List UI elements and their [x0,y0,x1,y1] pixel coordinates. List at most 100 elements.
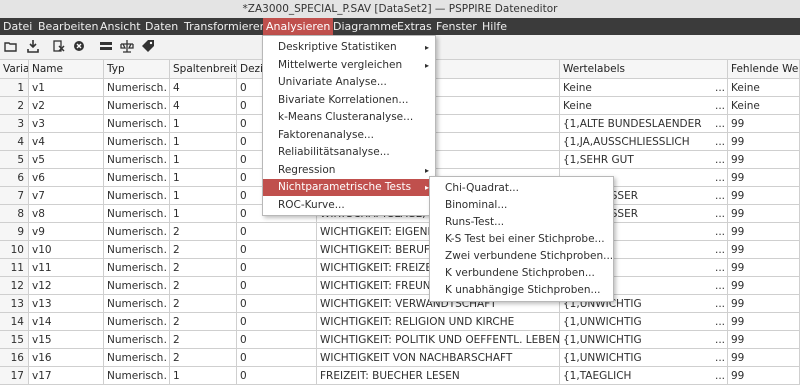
row-number[interactable]: 2 [0,97,29,115]
ellipsis-button[interactable]: ... [715,313,725,330]
cell-spaltenbreite[interactable]: 2 [170,277,237,295]
cell-spaltenbreite[interactable]: 1 [170,205,237,223]
analysieren-menu-item[interactable]: ROC-Kurve... [263,197,435,214]
ellipsis-button[interactable]: ... [157,277,167,294]
cell-spaltenbreite[interactable]: 1 [170,133,237,151]
ellipsis-button[interactable]: ... [157,259,167,276]
cell-name[interactable]: v6 [29,169,104,187]
menu-extras[interactable]: Extras [397,18,432,35]
nichtparametrische-tests-item[interactable]: K-S Test bei einer Stichprobe... [430,231,613,248]
cell-typ[interactable]: Numerisch... [104,349,170,367]
analysieren-menu-item[interactable]: k-Means Clusteranalyse... [263,109,435,126]
menu-ansicht[interactable]: Ansicht [100,18,141,35]
cell-name[interactable]: v8 [29,205,104,223]
ellipsis-button[interactable]: ... [715,295,725,312]
cell-fehlende-werte[interactable]: 99 [728,223,800,241]
menu-datei[interactable]: Datei [3,18,32,35]
cell-typ[interactable]: Numerisch... [104,151,170,169]
row-number[interactable]: 5 [0,151,29,169]
cell-name[interactable]: v4 [29,133,104,151]
ellipsis-button[interactable]: ... [157,151,167,168]
cell-spaltenbreite[interactable]: 4 [170,79,237,97]
analysieren-menu-item[interactable]: Mittelwerte vergleichen ▸ [263,57,435,74]
cell-spaltenbreite[interactable]: 1 [170,115,237,133]
cell-typ[interactable]: Numerisch... [104,367,170,385]
cell-wertelabels[interactable]: {1,JA,AUSSCHLIESSLICH... [560,133,728,151]
ellipsis-button[interactable]: ... [715,79,725,96]
cell-name[interactable]: v2 [29,97,104,115]
cell-name[interactable]: v3 [29,115,104,133]
cell-typ[interactable]: Numerisch... [104,115,170,133]
ellipsis-button[interactable]: ... [715,223,725,240]
col-header-spaltenbreite[interactable]: Spaltenbreite [170,60,237,79]
cell-name[interactable]: v7 [29,187,104,205]
col-header-variable[interactable]: Varia [0,60,29,79]
ellipsis-button[interactable]: ... [715,205,725,222]
cell-dezimalstellen[interactable]: 0 [237,277,317,295]
nichtparametrische-tests-item[interactable]: K verbundene Stichproben... [430,265,613,282]
cell-wertelabels[interactable]: {1,ALTE BUNDESLAENDER... [560,115,728,133]
row-number[interactable]: 13 [0,295,29,313]
cell-typ[interactable]: Numerisch... [104,169,170,187]
cell-fehlende-werte[interactable]: 99 [728,133,800,151]
cell-typ[interactable]: Numerisch... [104,295,170,313]
cell-name[interactable]: v9 [29,223,104,241]
menu-transformieren[interactable]: Transformieren [184,18,267,35]
ellipsis-button[interactable]: ... [715,331,725,348]
save-icon[interactable] [26,39,40,53]
cell-wertelabels[interactable]: {1,UNWICHTIG... [560,331,728,349]
ellipsis-button[interactable]: ... [157,349,167,366]
cell-name[interactable]: v15 [29,331,104,349]
cell-spaltenbreite[interactable]: 2 [170,331,237,349]
row-number[interactable]: 16 [0,349,29,367]
cell-fehlende-werte[interactable]: 99 [728,277,800,295]
cell-beschriftung[interactable]: WICHTIGKEIT VON NACHBARSCHAFT [317,349,560,367]
cell-name[interactable]: v12 [29,277,104,295]
ellipsis-button[interactable]: ... [715,367,725,384]
cell-fehlende-werte[interactable]: Keine [728,97,800,115]
cell-typ[interactable]: Numerisch... [104,205,170,223]
ellipsis-button[interactable]: ... [157,115,167,132]
open-icon[interactable] [4,39,18,53]
ellipsis-button[interactable]: ... [157,169,167,186]
cell-fehlende-werte[interactable]: 99 [728,169,800,187]
analysieren-menu-item[interactable]: Reliabilitätsanalyse... [263,144,435,161]
ellipsis-button[interactable]: ... [715,97,725,114]
cell-name[interactable]: v14 [29,313,104,331]
menu-diagramme[interactable]: Diagramme [333,18,398,35]
row-number[interactable]: 17 [0,367,29,385]
ellipsis-button[interactable]: ... [157,367,167,384]
cell-beschriftung[interactable]: WICHTIGKEIT: POLITIK UND OEFFENTL. LEBEN [317,331,560,349]
row-number[interactable]: 9 [0,223,29,241]
cell-typ[interactable]: Numerisch... [104,79,170,97]
cell-wertelabels[interactable]: {1,UNWICHTIG... [560,313,728,331]
menu-hilfe[interactable]: Hilfe [482,18,507,35]
ellipsis-button[interactable]: ... [157,205,167,222]
menu-fenster[interactable]: Fenster [436,18,477,35]
analysieren-menu-item[interactable]: Nichtparametrische Tests ▸ [263,179,435,196]
cell-spaltenbreite[interactable]: 1 [170,187,237,205]
nichtparametrische-tests-item[interactable]: Binominal... [430,197,613,214]
goto-variable-icon[interactable] [72,39,86,53]
row-number[interactable]: 4 [0,133,29,151]
ellipsis-button[interactable]: ... [715,169,725,186]
cell-dezimalstellen[interactable]: 0 [237,313,317,331]
row-number[interactable]: 6 [0,169,29,187]
split-file-icon[interactable] [99,39,113,53]
cell-dezimalstellen[interactable]: 0 [237,367,317,385]
weight-cases-icon[interactable] [120,39,134,53]
cell-spaltenbreite[interactable]: 2 [170,259,237,277]
row-number[interactable]: 14 [0,313,29,331]
ellipsis-button[interactable]: ... [157,295,167,312]
ellipsis-button[interactable]: ... [715,241,725,258]
col-header-typ[interactable]: Typ [104,60,170,79]
goto-case-icon[interactable] [52,39,66,53]
cell-spaltenbreite[interactable]: 1 [170,151,237,169]
row-number[interactable]: 7 [0,187,29,205]
cell-dezimalstellen[interactable]: 0 [237,349,317,367]
cell-name[interactable]: v17 [29,367,104,385]
analysieren-menu-item[interactable]: Univariate Analyse... [263,74,435,91]
cell-name[interactable]: v16 [29,349,104,367]
cell-fehlende-werte[interactable]: 99 [728,259,800,277]
cell-typ[interactable]: Numerisch... [104,241,170,259]
